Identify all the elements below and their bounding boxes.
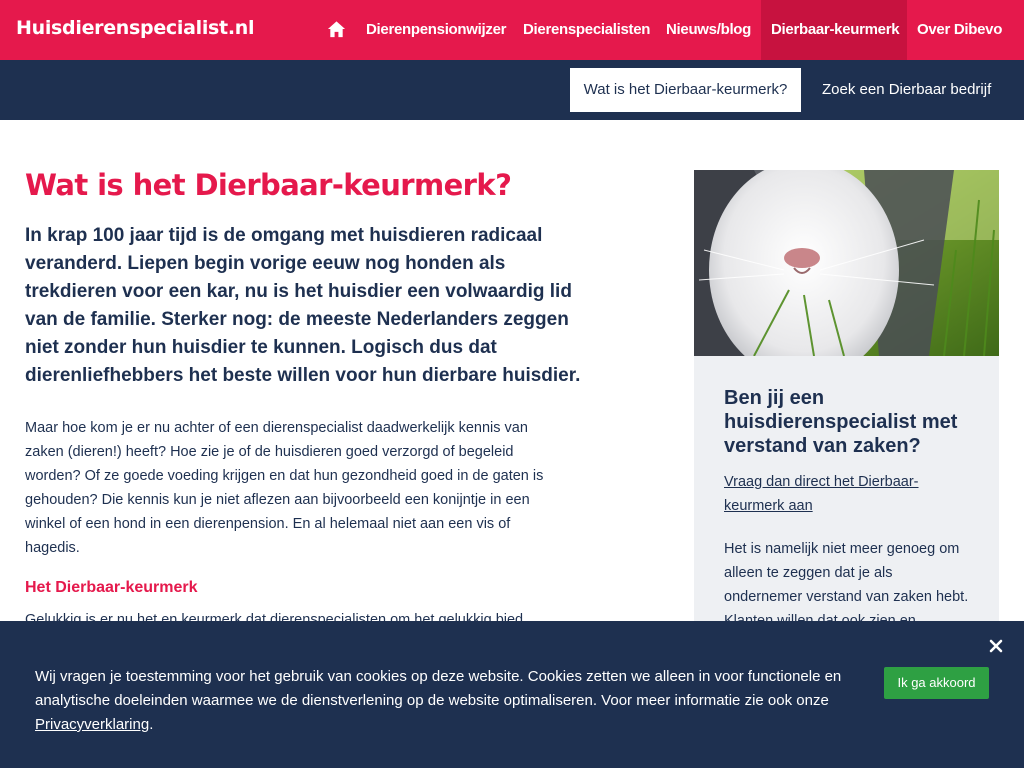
cookie-message: Wij vragen je toestemming voor het gebru…	[35, 665, 855, 737]
sub-navigation-bar: Wat is het Dierbaar-keurmerk? Zoek een D…	[0, 60, 1024, 120]
keurmerk-cta-card: Ben jij een huisdierenspecialist met ver…	[694, 170, 999, 630]
section-heading: Het Dierbaar-keurmerk	[25, 579, 198, 596]
nav-over-dibevo[interactable]: Over Dibevo	[917, 0, 1002, 60]
top-navigation-bar: Huisdierenspecialist.nl Dierenpensionwij…	[0, 0, 1024, 60]
subnav-wat-is-keurmerk[interactable]: Wat is het Dierbaar-keurmerk?	[570, 68, 801, 112]
cookie-message-text: Wij vragen je toestemming voor het gebru…	[35, 668, 842, 709]
nav-dierenpensionwijzer[interactable]: Dierenpensionwijzer	[366, 0, 506, 60]
card-text: Het is namelijk niet meer genoeg om alle…	[724, 541, 969, 629]
lead-paragraph: In krap 100 jaar tijd is de omgang met h…	[25, 225, 581, 386]
close-icon[interactable]	[988, 638, 1004, 654]
page-title: Wat is het Dierbaar-keurmerk?	[25, 168, 512, 202]
cookie-message-suffix: .	[149, 716, 154, 733]
nav-nieuws-blog[interactable]: Nieuws/blog	[666, 0, 751, 60]
body-paragraph: Maar hoe kom je er nu achter of een dier…	[25, 420, 544, 556]
site-logo[interactable]: Huisdierenspecialist.nl	[16, 17, 255, 39]
nav-dierbaar-keurmerk[interactable]: Dierbaar-keurmerk	[761, 0, 907, 60]
request-keurmerk-link[interactable]: Vraag dan direct het Dierbaar-keurmerk a…	[724, 470, 964, 518]
nav-dierenspecialisten[interactable]: Dierenspecialisten	[523, 0, 650, 60]
card-title: Ben jij een huisdierenspecialist met ver…	[724, 387, 958, 457]
accept-cookies-button[interactable]: Ik ga akkoord	[884, 667, 989, 699]
subnav-zoek-bedrijf[interactable]: Zoek een Dierbaar bedrijf	[822, 68, 991, 112]
privacy-statement-link[interactable]: Privacyverklaring	[35, 716, 149, 733]
cookie-consent-banner: Wij vragen je toestemming voor het gebru…	[0, 621, 1024, 768]
home-icon[interactable]	[327, 20, 346, 39]
rabbit-photo	[694, 170, 999, 356]
